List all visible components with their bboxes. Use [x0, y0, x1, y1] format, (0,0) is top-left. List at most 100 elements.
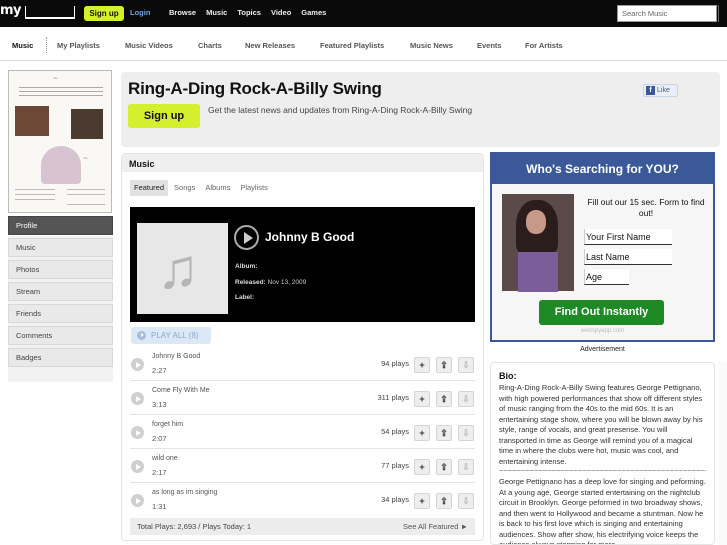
- leftnav-comments[interactable]: Comments: [8, 326, 113, 345]
- flyer-photo-right: [71, 109, 103, 139]
- track-name[interactable]: forget him: [152, 421, 183, 428]
- login-link[interactable]: Login: [130, 8, 150, 17]
- scrollbar[interactable]: [718, 5, 727, 22]
- download-icon[interactable]: ⇩: [458, 391, 474, 407]
- flyer-photo-left: [15, 106, 49, 136]
- play-all-button[interactable]: PLAY ALL (8): [131, 327, 211, 344]
- age-field[interactable]: Age: [584, 269, 629, 285]
- add-icon[interactable]: +: [414, 459, 430, 475]
- bio-panel: Bio: Ring-A-Ding Rock-A-Billy Swing feat…: [490, 362, 715, 545]
- label-label: Label:: [235, 294, 255, 301]
- flyer-photo-center: [41, 146, 81, 184]
- add-icon[interactable]: +: [414, 425, 430, 441]
- subnav-music[interactable]: Music: [12, 41, 33, 50]
- track-plays: 311 plays: [377, 393, 409, 402]
- subnav-charts[interactable]: Charts: [198, 41, 222, 50]
- first-name-field[interactable]: Your First Name: [584, 229, 672, 245]
- profile-nav: Profile Music Photos Stream Friends Comm…: [8, 216, 113, 367]
- top-nav: Browse Music Topics Video Games: [169, 8, 326, 17]
- header-signup-button[interactable]: Sign up: [128, 104, 200, 128]
- tab-albums[interactable]: Albums: [201, 180, 234, 196]
- play-icon[interactable]: [131, 426, 144, 439]
- subnav-music-videos[interactable]: Music Videos: [125, 41, 173, 50]
- profile-image[interactable]: ~ ~: [8, 70, 112, 213]
- play-icon[interactable]: [131, 358, 144, 371]
- share-icon[interactable]: ⇪: [436, 425, 452, 441]
- subnav-new-releases[interactable]: New Releases: [245, 41, 295, 50]
- nav-video[interactable]: Video: [271, 8, 291, 17]
- nav-browse[interactable]: Browse: [169, 8, 196, 17]
- track-name[interactable]: Come Fly With Me: [152, 387, 210, 394]
- flyer-line: [15, 199, 55, 200]
- facebook-icon: f: [646, 86, 655, 95]
- music-title: Music: [129, 159, 155, 169]
- ad-headline: Who's Searching for YOU?: [492, 154, 713, 184]
- tab-songs[interactable]: Songs: [170, 180, 199, 196]
- add-icon[interactable]: +: [414, 357, 430, 373]
- nav-topics[interactable]: Topics: [237, 8, 261, 17]
- header-description: Get the latest news and updates from Rin…: [208, 105, 473, 115]
- play-icon[interactable]: [131, 494, 144, 507]
- download-icon[interactable]: ⇩: [458, 425, 474, 441]
- facebook-like-button[interactable]: f Like: [643, 84, 678, 97]
- subnav-for-artists[interactable]: For Artists: [525, 41, 563, 50]
- featured-song-title[interactable]: Johnny B Good: [265, 230, 354, 244]
- add-icon[interactable]: +: [414, 391, 430, 407]
- track-list: Johnny B Good 2:27 94 plays + ⇪ ⇩ Come F…: [130, 347, 475, 517]
- signup-button[interactable]: Sign up: [84, 6, 124, 21]
- signature-mark: ~: [83, 155, 89, 162]
- advertisement-banner[interactable]: Who's Searching for YOU? Fill out our 15…: [490, 152, 715, 342]
- track-duration: 3:13: [152, 400, 167, 409]
- top-bar: my Sign up Login Browse Music Topics Vid…: [0, 0, 727, 27]
- subnav-my-playlists[interactable]: My Playlists: [57, 41, 100, 50]
- album-meta: Album:: [235, 263, 257, 270]
- site-logo[interactable]: my: [0, 3, 22, 18]
- leftnav-stream[interactable]: Stream: [8, 282, 113, 301]
- released-value: Nov 13, 2009: [267, 279, 307, 286]
- leftnav-music[interactable]: Music: [8, 238, 113, 257]
- nav-music[interactable]: Music: [206, 8, 227, 17]
- subnav-featured-playlists[interactable]: Featured Playlists: [320, 41, 384, 50]
- share-icon[interactable]: ⇪: [436, 391, 452, 407]
- play-icon[interactable]: [131, 392, 144, 405]
- leftnav-photos[interactable]: Photos: [8, 260, 113, 279]
- album-art: ♫: [137, 223, 228, 314]
- subnav-music-news[interactable]: Music News: [410, 41, 453, 50]
- add-icon[interactable]: +: [414, 493, 430, 509]
- play-icon[interactable]: [131, 460, 144, 473]
- tab-featured[interactable]: Featured: [130, 180, 169, 196]
- total-plays: Total Plays: 2,693 / Plays Today: 1: [137, 522, 252, 531]
- left-column: ~ ~ Profile Music Photos Stream Friends …: [8, 70, 113, 370]
- download-icon[interactable]: ⇩: [458, 459, 474, 475]
- track-row: Johnny B Good 2:27 94 plays + ⇪ ⇩: [130, 347, 475, 381]
- search-input[interactable]: Search Music: [617, 5, 717, 22]
- last-name-field[interactable]: Last Name: [584, 249, 672, 265]
- scrollbar[interactable]: [719, 362, 727, 545]
- track-name[interactable]: as long as im singing: [152, 489, 217, 496]
- track-row: wild one 2:17 77 plays + ⇪ ⇩: [130, 449, 475, 483]
- see-all-featured-link[interactable]: See All Featured ►: [403, 518, 468, 535]
- download-icon[interactable]: ⇩: [458, 493, 474, 509]
- track-name[interactable]: wild one: [152, 455, 178, 462]
- ad-domain: webspyapp.com: [580, 328, 625, 334]
- play-icon[interactable]: [234, 225, 259, 250]
- share-icon[interactable]: ⇪: [436, 357, 452, 373]
- music-tabs: Featured Songs Albums Playlists: [130, 180, 272, 196]
- signature-mark: ~: [53, 75, 59, 82]
- tab-playlists[interactable]: Playlists: [236, 180, 272, 196]
- music-panel: Music Featured Songs Albums Playlists ♫ …: [121, 153, 484, 541]
- nav-games[interactable]: Games: [301, 8, 326, 17]
- advertisement-label: Advertisement: [580, 346, 625, 353]
- share-icon[interactable]: ⇪: [436, 459, 452, 475]
- leftnav-friends[interactable]: Friends: [8, 304, 113, 323]
- subnav-events[interactable]: Events: [477, 41, 502, 50]
- ad-photo: [502, 194, 574, 292]
- bio-separator: ~~~~~~~~~~~~~~~~~~~~~~~~~~~~~~~~~~~~~~~~…: [499, 467, 706, 475]
- leftnav-profile[interactable]: Profile: [8, 216, 113, 235]
- track-name[interactable]: Johnny B Good: [152, 353, 200, 360]
- leftnav-badges[interactable]: Badges: [8, 348, 113, 367]
- download-icon[interactable]: ⇩: [458, 357, 474, 373]
- share-icon[interactable]: ⇪: [436, 493, 452, 509]
- track-plays: 54 plays: [381, 427, 409, 436]
- find-out-button[interactable]: Find Out Instantly: [539, 300, 664, 325]
